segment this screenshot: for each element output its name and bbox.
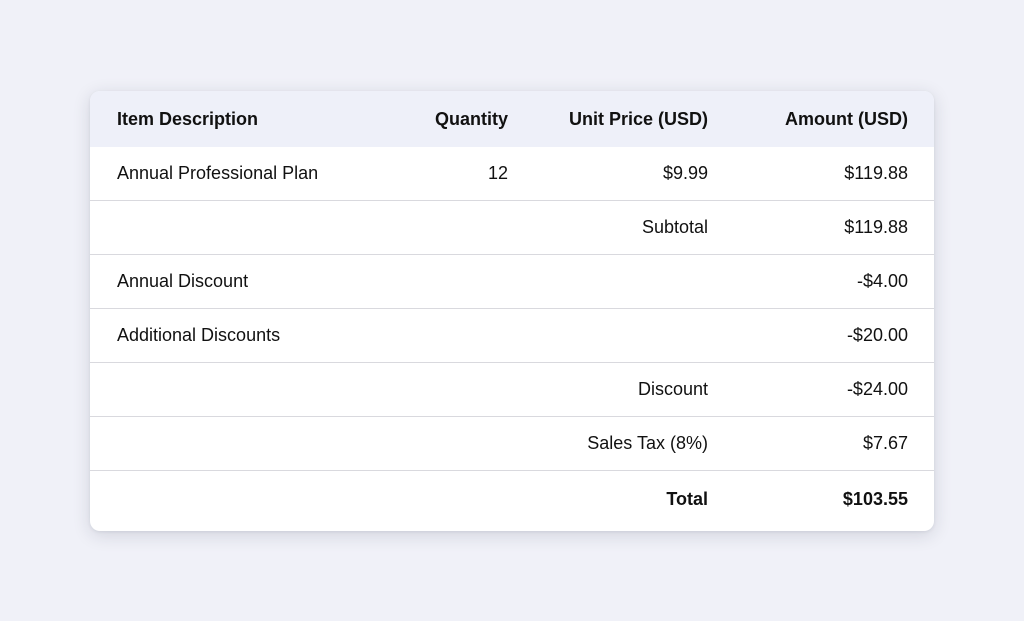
- total-label: Total: [666, 488, 708, 509]
- table-row-sales-tax: Sales Tax (8%) $7.67: [90, 417, 934, 471]
- subtotal-amount: $119.88: [844, 217, 908, 237]
- header-amount: Amount (USD): [785, 108, 908, 129]
- table-row-total: Total $103.55: [90, 471, 934, 527]
- discount-description: Annual Discount: [117, 271, 249, 291]
- sales-tax-label: Sales Tax (8%): [587, 433, 708, 453]
- header-item-description: Item Description: [117, 108, 259, 129]
- table-row-subtotal: Subtotal $119.88: [90, 201, 934, 255]
- item-quantity: 12: [487, 163, 508, 183]
- discount-description: Additional Discounts: [117, 325, 281, 345]
- discount-total-amount: -$24.00: [846, 379, 908, 399]
- discount-total-label: Discount: [637, 379, 708, 399]
- discount-amount: -$20.00: [846, 325, 908, 345]
- item-description: Annual Professional Plan: [117, 163, 319, 183]
- table-header-row: Item Description Quantity Unit Price (US…: [90, 91, 934, 147]
- total-amount: $103.55: [842, 488, 908, 509]
- header-unit-price: Unit Price (USD): [568, 108, 708, 129]
- table-row-item: Annual Professional Plan 12 $9.99 $119.8…: [90, 147, 934, 201]
- item-amount: $119.88: [844, 163, 908, 183]
- invoice-table: Item Description Quantity Unit Price (US…: [90, 91, 934, 531]
- subtotal-label: Subtotal: [641, 217, 708, 237]
- table-row-discount: Annual Discount -$4.00: [90, 255, 934, 309]
- table-row-discount-total: Discount -$24.00: [90, 363, 934, 417]
- table-row-discount: Additional Discounts -$20.00: [90, 309, 934, 363]
- discount-amount: -$4.00: [856, 271, 908, 291]
- sales-tax-amount: $7.67: [862, 433, 908, 453]
- item-unit-price: $9.99: [662, 163, 708, 183]
- header-quantity: Quantity: [434, 108, 508, 129]
